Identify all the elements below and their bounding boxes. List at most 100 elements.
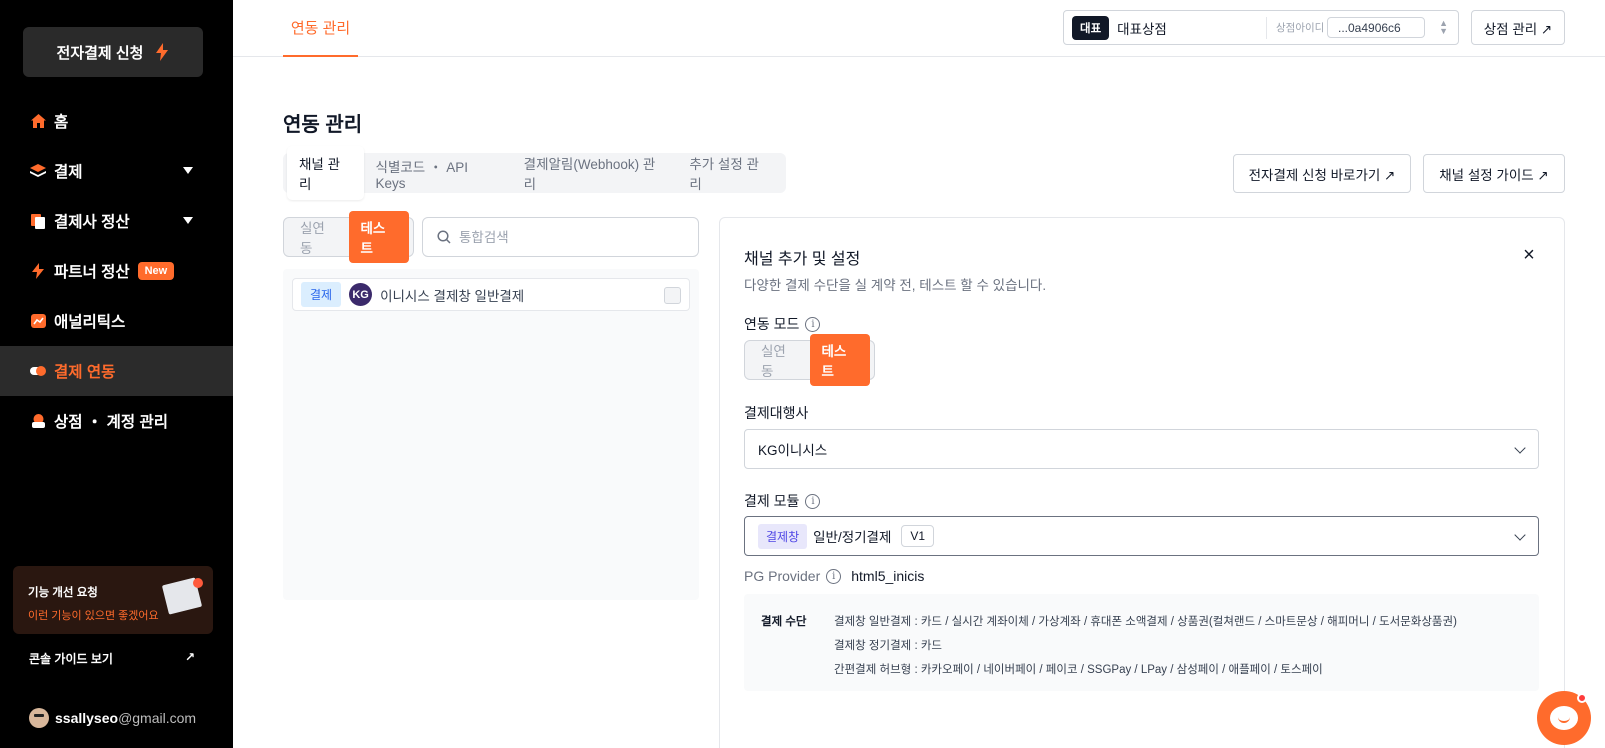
methods-line: 결제창 정기결제 : 카드 [834,640,942,652]
list-item[interactable]: 결제 KG 이니시스 결제창 일반결제 [292,278,690,311]
store-name: 대표상점 [1117,21,1167,37]
mode-label-row: 연동 모드 i [744,314,821,334]
detail-mode-toggle: 실연동 테스트 [744,334,875,386]
store-id-copy-field[interactable]: ...0a4906c6 [1327,17,1425,38]
detail-mode-live-option[interactable]: 실연동 [749,334,810,386]
channel-name: 이니시스 결제창 일반결제 [380,288,525,304]
channel-detail-panel: 채널 추가 및 설정 다양한 결제 수단을 실 계약 전, 테스트 할 수 있습… [719,217,1565,748]
avatar [29,708,49,728]
lightning-icon [156,43,169,61]
chevron-down-icon [1514,529,1526,541]
sidebar-item-label: 파트너 정산 [54,264,130,281]
channel-list: 결제 KG 이니시스 결제창 일반결제 [283,269,699,600]
lightning-icon [30,263,46,279]
tab-integration-management[interactable]: 연동 관리 [283,0,358,57]
payment-stack-icon [30,163,46,179]
tab-additional-settings[interactable]: 추가 설정 관리 [677,146,782,200]
representative-badge: 대표 [1072,15,1110,40]
pg-select[interactable]: KG이니시스 [744,429,1539,469]
sidebar-item-settlement[interactable]: 결제사 정산 [0,196,233,246]
apply-payment-button[interactable]: 전자결제 신청 [23,27,203,77]
divider [1266,17,1267,39]
detail-subtitle: 다양한 결제 수단을 실 계약 전, 테스트 할 수 있습니다. [744,278,1047,293]
sidebar-item-label: 결제 연동 [54,364,116,381]
notification-dot-icon [193,578,203,588]
apply-shortcut-button[interactable]: 전자결제 신청 바로가기 ↗ [1233,154,1411,193]
channel-guide-label: 채널 설정 가이드 ↗ [1439,167,1549,183]
tab-channel-management[interactable]: 채널 관리 [287,146,364,200]
feature-request-card[interactable]: 기능 개선 요청 이런 기능이 있으면 좋겠어요 [13,566,213,634]
module-tag: 결제창 [758,523,808,549]
pg-provider-value: html5_inicis [851,568,925,584]
apply-shortcut-label: 전자결제 신청 바로가기 ↗ [1248,167,1396,183]
detail-mode-test-option[interactable]: 테스트 [809,334,870,386]
tab-api-keys[interactable]: 식별코드 ・ API Keys [364,149,512,198]
mode-toggle: 실연동 테스트 [283,211,414,263]
user-name: ssallyseo [55,710,119,726]
module-value: 일반/정기결제 [813,530,892,545]
store-manage-button[interactable]: 상점 관리 ↗ [1471,10,1565,45]
chat-bubble-icon [1550,706,1578,730]
store-icon [30,413,46,429]
channel-guide-button[interactable]: 채널 설정 가이드 ↗ [1423,154,1565,193]
sidebar-item-home[interactable]: 홈 [0,96,233,146]
new-badge: New [137,262,175,280]
sidebar-item-label: 애널리틱스 [54,314,126,331]
console-guide-link[interactable]: 콘솔 가이드 보기 ↗ [29,650,195,667]
methods-heading: 결제 수단 [761,616,807,628]
sidebar: 전자결제 신청 홈 결제 결제사 정산 파트너 정산 New 애널리틱스 결제 … [0,0,233,748]
close-icon[interactable]: × [1520,244,1538,266]
store-id-label: 상점아이디 [1276,22,1325,34]
pill-icon [30,363,46,379]
info-icon[interactable]: i [805,493,821,509]
document-icon [30,213,46,229]
chevron-down-icon [1514,442,1526,454]
mode-test-option[interactable]: 테스트 [348,211,409,263]
store-manage-label: 상점 관리 ↗ [1483,21,1553,37]
pg-label: 결제대행사 [744,405,809,421]
tab-label: 연동 관리 [290,20,351,37]
sidebar-item-label: 상점 ・ 계정 관리 [54,414,168,431]
notification-dot-icon [1577,693,1587,703]
arrow-up-right-icon: ↗ [184,650,195,664]
mode-live-option[interactable]: 실연동 [288,211,349,263]
sidebar-item-integration[interactable]: 결제 연동 [0,346,233,396]
methods-line: 간편결제 허브형 : 카카오페이 / 네이버페이 / 페이코 / SSGPay … [834,664,1323,676]
sidebar-nav: 홈 결제 결제사 정산 파트너 정산 New 애널리틱스 결제 연동 상점 ・ … [0,96,233,446]
module-label-row: 결제 모듈 i [744,491,821,511]
sidebar-item-payment[interactable]: 결제 [0,146,233,196]
detail-title: 채널 추가 및 설정 [744,251,861,268]
search-box[interactable] [422,217,699,257]
info-icon[interactable]: i [805,316,821,332]
chevron-down-icon [183,167,193,174]
top-bar: 연동 관리 대표 대표상점 상점아이디 ...0a4906c6 ▲ ▼ 상점 관리… [233,0,1605,57]
search-input[interactable] [459,229,679,245]
module-label: 결제 모듈 [744,493,800,509]
pg-logo: KG [349,283,373,306]
chart-icon [30,313,46,329]
chevron-down-icon [183,217,193,224]
pg-provider-row: PG Provider i html5_inicis [744,568,924,584]
channel-type-tag: 결제 [301,282,342,307]
store-id-value: ...0a4906c6 [1338,21,1401,35]
pg-provider-label: PG Provider [744,568,821,584]
edit-icon[interactable] [664,287,681,304]
store-selector[interactable]: 대표 대표상점 상점아이디 ...0a4906c6 ▲ ▼ [1063,10,1459,45]
mode-label: 연동 모드 [744,316,800,332]
sidebar-item-store-account[interactable]: 상점 ・ 계정 관리 [0,396,233,446]
sidebar-item-label: 결제 [54,164,83,181]
user-domain: @gmail.com [118,710,197,726]
module-select[interactable]: 결제창 일반/정기결제 V1 [744,516,1539,556]
page-title: 연동 관리 [283,114,363,136]
user-account[interactable]: ssallyseo@gmail.com [29,708,196,728]
integration-tabs: 채널 관리 식별코드 ・ API Keys 결제알림(Webhook) 관리 추… [283,146,786,200]
console-guide-label: 콘솔 가이드 보기 [29,652,113,666]
info-icon[interactable]: i [826,568,842,584]
home-icon [30,113,46,129]
sidebar-item-partner-settlement[interactable]: 파트너 정산 New [0,246,233,296]
chat-support-button[interactable] [1537,691,1591,745]
updown-chevron-icon: ▲ ▼ [1439,18,1448,36]
tab-webhook[interactable]: 결제알림(Webhook) 관리 [512,146,678,200]
sidebar-item-analytics[interactable]: 애널리틱스 [0,296,233,346]
methods-line: 결제창 일반결제 : 카드 / 실시간 계좌이체 / 가상계좌 / 휴대폰 소액… [834,616,1457,628]
